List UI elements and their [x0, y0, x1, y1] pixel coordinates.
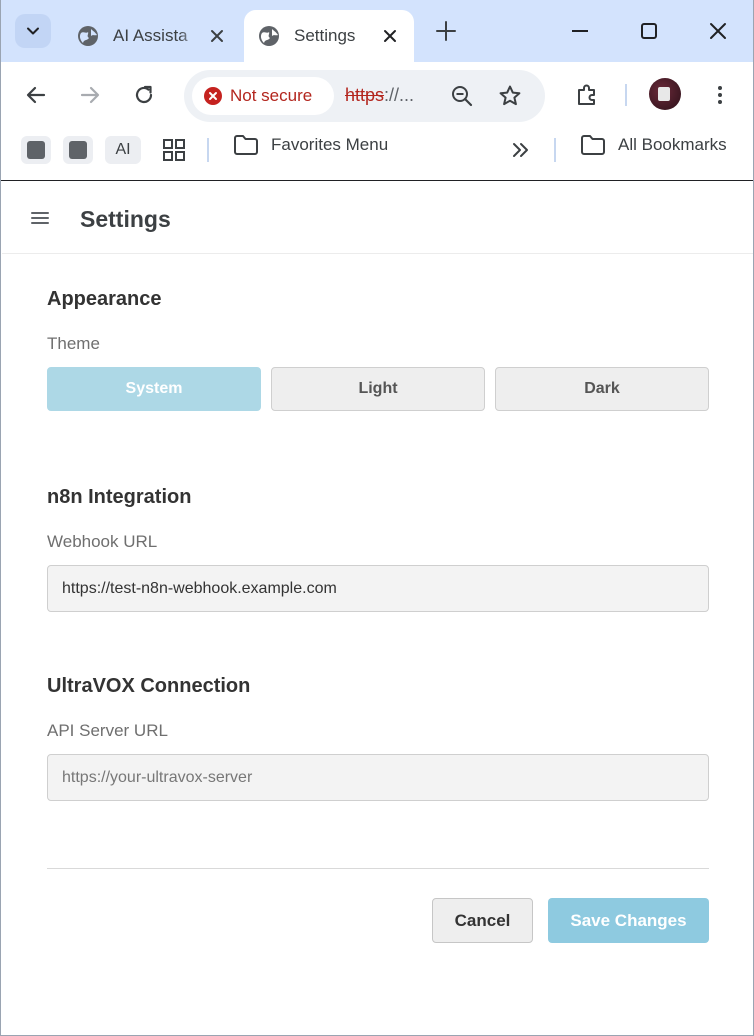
chevron-double-right-icon[interactable]: [510, 140, 532, 160]
browser-toolbar: Not secure https://...: [1, 62, 753, 128]
tab-search-button[interactable]: [15, 14, 51, 48]
bookmark-separator: [207, 138, 209, 162]
url-rest: ://...: [384, 85, 415, 105]
security-label: Not secure: [230, 86, 313, 105]
globe-icon: [78, 26, 98, 46]
bookmark-item[interactable]: [21, 136, 51, 164]
browser-window: AI Assista Settings Not secure https://.…: [0, 0, 754, 1036]
cancel-button[interactable]: Cancel: [432, 898, 533, 943]
not-secure-icon: [204, 87, 222, 105]
avatar-image: [658, 87, 670, 101]
minimize-icon[interactable]: [567, 18, 593, 44]
tab-title: AI Assista: [113, 26, 188, 45]
back-arrow-icon[interactable]: [23, 82, 49, 108]
api-server-url-input[interactable]: [47, 754, 709, 801]
bookmark-separator: [554, 138, 556, 162]
star-icon[interactable]: [497, 83, 523, 109]
webhook-url-label: Webhook URL: [47, 532, 158, 551]
url-text[interactable]: https://...: [345, 85, 414, 106]
bookmark-folder-label: Favorites Menu: [271, 135, 389, 154]
tab-title: Settings: [294, 26, 356, 45]
theme-system-button[interactable]: System: [47, 367, 261, 411]
folder-icon: [581, 135, 605, 155]
chevron-down-icon: [27, 27, 39, 35]
settings-page: Settings Appearance Theme System Light D…: [2, 182, 753, 1035]
close-icon[interactable]: [207, 26, 227, 46]
ultravox-section-title: UltraVOX Connection: [47, 675, 251, 697]
section-divider: [47, 868, 709, 869]
maximize-icon[interactable]: [636, 18, 662, 44]
tab-ai-assistant[interactable]: AI Assista: [63, 10, 241, 62]
folder-icon: [234, 135, 258, 155]
profile-avatar[interactable]: [649, 78, 681, 110]
globe-icon: [259, 26, 279, 46]
page-title: Settings: [80, 206, 171, 232]
bookmark-item[interactable]: [63, 136, 93, 164]
theme-dark-button[interactable]: Dark: [495, 367, 709, 411]
reload-icon[interactable]: [131, 82, 157, 108]
address-bar[interactable]: Not secure https://...: [184, 70, 545, 122]
theme-light-button[interactable]: Light: [271, 367, 485, 411]
settings-header: Settings: [2, 182, 753, 254]
theme-label: Theme: [47, 334, 100, 353]
more-vert-icon[interactable]: [707, 82, 733, 108]
api-server-url-label: API Server URL: [47, 721, 168, 740]
security-chip[interactable]: Not secure: [192, 77, 334, 115]
url-scheme: https: [345, 85, 385, 105]
apps-grid-icon[interactable]: [162, 138, 186, 162]
close-window-icon[interactable]: [705, 18, 731, 44]
appearance-section-title: Appearance: [47, 288, 162, 310]
webhook-url-input[interactable]: [47, 565, 709, 612]
close-icon[interactable]: [380, 26, 400, 46]
bookmark-favicon-icon: [27, 141, 45, 159]
hamburger-menu-icon[interactable]: [30, 210, 50, 226]
extensions-icon[interactable]: [574, 82, 600, 108]
bookmark-ai-label: AI: [115, 141, 131, 158]
tab-strip: AI Assista Settings: [1, 0, 753, 62]
save-changes-button[interactable]: Save Changes: [548, 898, 709, 943]
bookmark-folder-all[interactable]: All Bookmarks: [580, 134, 727, 156]
zoom-out-icon[interactable]: [449, 83, 475, 109]
bookmark-folder-label: All Bookmarks: [618, 135, 727, 154]
toolbar-separator: [625, 84, 627, 106]
plus-icon[interactable]: [433, 18, 459, 44]
bookmark-favicon-icon: [69, 141, 87, 159]
tab-settings[interactable]: Settings: [244, 10, 414, 62]
n8n-section-title: n8n Integration: [47, 486, 192, 508]
bookmark-ai[interactable]: AI: [105, 136, 141, 164]
bookmark-folder-favorites[interactable]: Favorites Menu: [233, 134, 388, 156]
forward-arrow-icon[interactable]: [77, 82, 103, 108]
bookmarks-bar: AI Favorites Menu All Bookmarks: [1, 128, 753, 181]
